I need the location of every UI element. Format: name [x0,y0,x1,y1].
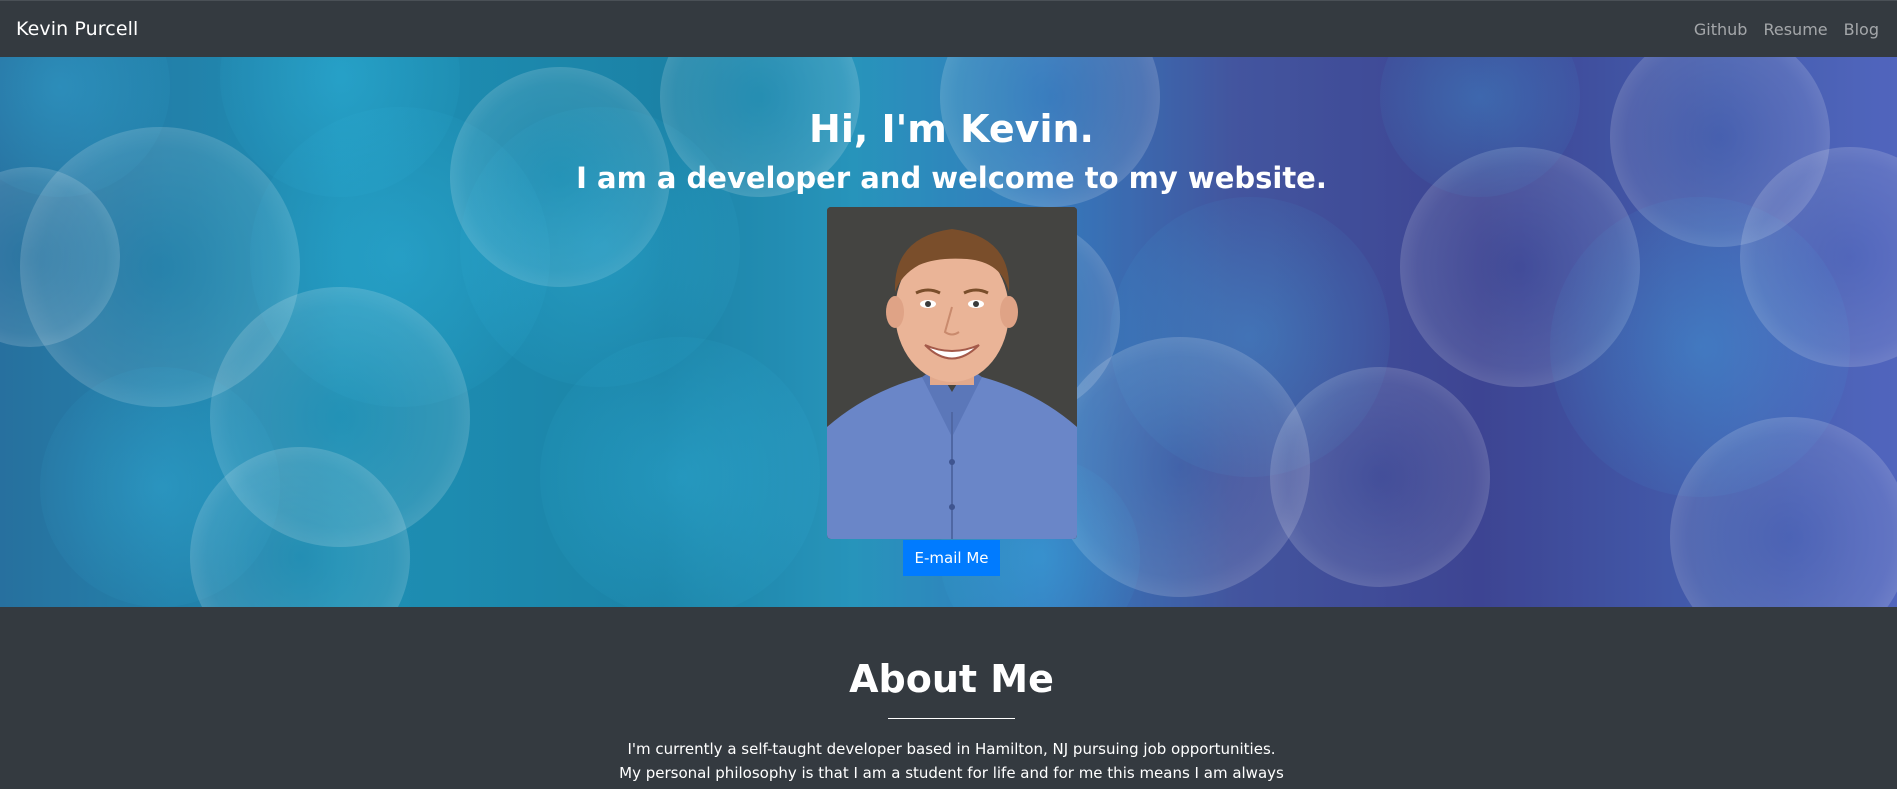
nav-link-blog[interactable]: Blog [1844,20,1879,39]
brand-link[interactable]: Kevin Purcell [16,18,138,40]
about-line: I'm currently a self-taught developer ba… [627,740,1276,758]
about-divider [888,718,1015,719]
about-paragraph: I'm currently a self-taught developer ba… [0,737,1897,785]
hero-subtitle: I am a developer and welcome to my websi… [576,161,1327,195]
about-line: My personal philosophy is that I am a st… [619,764,1284,782]
about-section: About Me I'm currently a self-taught dev… [0,607,1897,789]
nav-link-github[interactable]: Github [1694,20,1748,39]
hero-section: Hi, I'm Kevin. I am a developer and welc… [0,57,1897,607]
nav-link-resume[interactable]: Resume [1763,20,1827,39]
about-title: About Me [849,657,1054,701]
profile-photo-illustration [827,207,1077,539]
email-me-button[interactable]: E-mail Me [903,540,1000,576]
nav-links: Github Resume Blog [1694,20,1879,39]
hero-title: Hi, I'm Kevin. [809,107,1094,151]
top-navbar: Kevin Purcell Github Resume Blog [0,0,1897,57]
profile-photo [827,207,1077,539]
